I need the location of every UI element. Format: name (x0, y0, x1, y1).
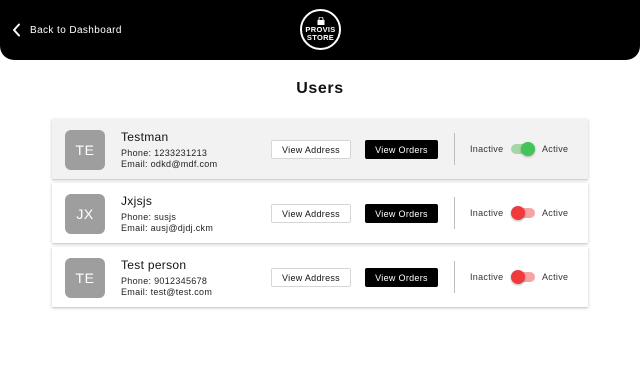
user-name: Testman (121, 130, 169, 144)
view-address-button[interactable]: View Address (271, 204, 351, 223)
user-list: TE Testman Phone: 1233231213 Email: odkd… (52, 119, 588, 311)
inactive-label: Inactive (470, 144, 504, 154)
avatar: JX (65, 194, 105, 234)
toggle-thumb (521, 142, 535, 156)
active-toggle[interactable] (511, 270, 535, 284)
shopping-bag-icon (317, 17, 324, 25)
view-orders-button[interactable]: View Orders (365, 140, 438, 159)
user-card: TE Testman Phone: 1233231213 Email: odkd… (52, 119, 588, 179)
active-toggle[interactable] (511, 142, 535, 156)
top-bar: Back to Dashboard PROVIS STORE (0, 0, 640, 60)
user-info: Testman Phone: 1233231213 Email: odkd@md… (121, 130, 217, 170)
user-name: Test person (121, 258, 187, 272)
view-address-button[interactable]: View Address (271, 140, 351, 159)
user-card: TE Test person Phone: 9012345678 Email: … (52, 247, 588, 307)
back-label: Back to Dashboard (30, 24, 122, 36)
avatar: TE (65, 130, 105, 170)
divider (454, 197, 455, 229)
user-phone: Phone: 1233231213 (121, 148, 208, 158)
avatar: TE (65, 258, 105, 298)
view-orders-button[interactable]: View Orders (365, 268, 438, 287)
logo-text-line2: STORE (306, 33, 335, 42)
user-name: Jxjsjs (121, 194, 153, 208)
user-info: Jxjsjs Phone: susjs Email: ausj@djdj.ckm (121, 194, 213, 234)
divider (454, 261, 455, 293)
toggle-thumb (511, 270, 525, 284)
user-phone: Phone: susjs (121, 212, 177, 222)
page-title: Users (296, 80, 344, 97)
active-label: Active (542, 272, 569, 282)
view-orders-button[interactable]: View Orders (365, 204, 438, 223)
active-toggle[interactable] (511, 206, 535, 220)
chevron-left-icon (13, 23, 20, 37)
user-info: Test person Phone: 9012345678 Email: tes… (121, 258, 212, 298)
view-address-button[interactable]: View Address (271, 268, 351, 287)
user-phone: Phone: 9012345678 (121, 276, 208, 286)
store-logo[interactable]: PROVIS STORE (300, 9, 341, 50)
divider (454, 133, 455, 165)
user-email: Email: test@test.com (121, 287, 213, 297)
inactive-label: Inactive (470, 208, 504, 218)
user-card: JX Jxjsjs Phone: susjs Email: ausj@djdj.… (52, 183, 588, 243)
back-to-dashboard-button[interactable]: Back to Dashboard (12, 21, 122, 39)
toggle-thumb (511, 206, 525, 220)
inactive-label: Inactive (470, 272, 504, 282)
user-email: Email: ausj@djdj.ckm (121, 223, 214, 233)
user-email: Email: odkd@mdf.com (121, 159, 218, 169)
active-label: Active (542, 144, 569, 154)
active-label: Active (542, 208, 569, 218)
